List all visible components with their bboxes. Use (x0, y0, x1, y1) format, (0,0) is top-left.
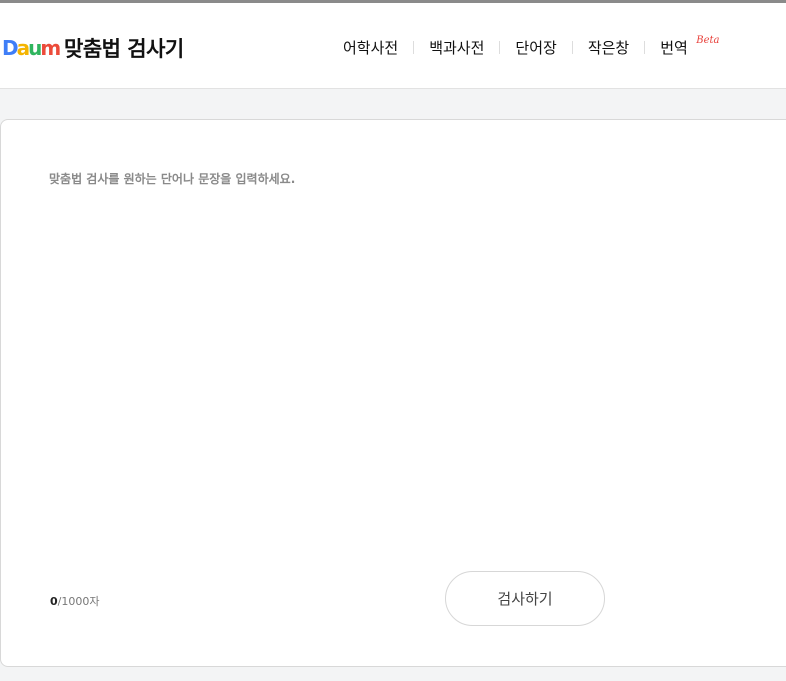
char-counter: 0/1000자 (50, 593, 99, 609)
nav-item-translate[interactable]: 번역 Beta (660, 35, 719, 58)
service-title[interactable]: 맞춤법 검사기 (64, 33, 184, 63)
logo-letter-m: m (40, 36, 61, 60)
nav-separator (571, 41, 573, 54)
logo-letter-u: u (28, 36, 42, 60)
logo-letter-d: D (2, 36, 19, 60)
top-nav: 어학사전 백과사전 단어장 작은창 번역 Beta (343, 35, 719, 58)
nav-item-translate-label: 번역 (660, 39, 688, 57)
nav-item-wordbook[interactable]: 단어장 (515, 37, 556, 58)
nav-item-encyclopedia[interactable]: 백과사전 (429, 37, 484, 58)
spell-check-input[interactable] (49, 170, 749, 550)
daum-logo[interactable]: D a u m (2, 36, 61, 60)
nav-item-dictionary[interactable]: 어학사전 (343, 37, 398, 58)
logo-letter-a: a (16, 36, 30, 60)
spell-check-panel: 0/1000자 검사하기 (0, 119, 786, 667)
nav-item-mini-window[interactable]: 작은창 (588, 37, 629, 58)
char-count-value: 0 (50, 595, 58, 608)
check-button[interactable]: 검사하기 (445, 571, 605, 626)
nav-separator (413, 41, 415, 54)
header: D a u m 맞춤법 검사기 어학사전 백과사전 단어장 작은창 번역 Bet… (0, 3, 786, 89)
char-limit-label: /1000자 (57, 595, 100, 608)
nav-separator (644, 41, 646, 54)
nav-separator (499, 41, 501, 54)
beta-badge: Beta (696, 35, 720, 46)
